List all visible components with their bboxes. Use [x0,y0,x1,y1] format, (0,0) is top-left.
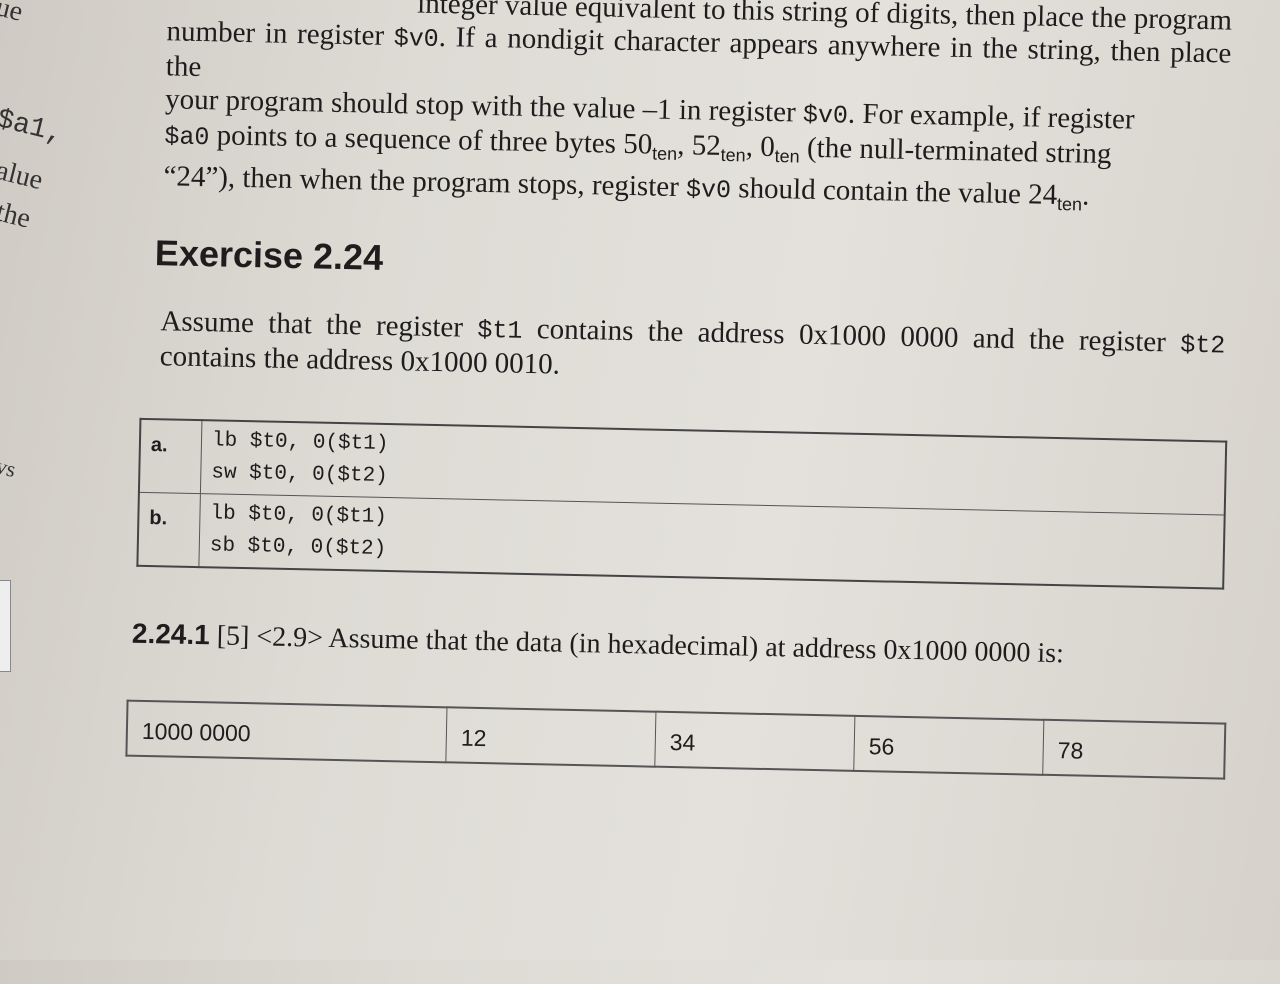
byte-cell: 12 [445,707,656,767]
byte-cell: 78 [1042,719,1226,779]
question-2-24-1: 2.24.1 [5] <2.9> Assume that the data (i… [131,617,1065,670]
row-label: b. [137,492,201,568]
exercise-description: Assume that the register $t1 contains th… [159,305,1226,381]
row-label: a. [138,418,202,494]
byte-cell: 56 [853,715,1044,775]
code-table: a. lb $t0, 0($t1) sw $t0, 0($t2) b. lb $t… [136,417,1228,590]
intro-paragraph: integer value equivalent to this string … [163,0,1232,225]
book-page: integer value equivalent to this string … [0,0,1280,984]
exercise-title: Exercise 2.24 [154,232,384,278]
memory-data-table: 1000 0000 12 34 56 78 [125,699,1227,780]
table-row: 1000 0000 12 34 56 78 [126,700,1226,779]
address-cell: 1000 0000 [126,700,447,763]
byte-cell: 34 [654,711,855,771]
